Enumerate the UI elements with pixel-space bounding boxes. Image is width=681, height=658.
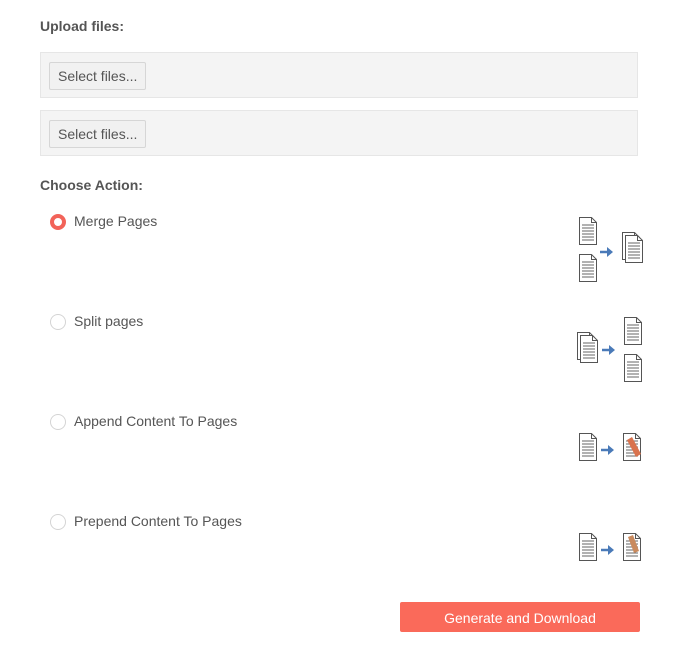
upload-files-heading: Upload files: [40,18,125,34]
select-files-button-1[interactable]: Select files... [49,62,147,90]
file-upload-box-2: Select files... [40,110,638,156]
merge-pages-label: Merge Pages [74,213,158,229]
action-option-split-pages[interactable]: Split pages [40,312,650,402]
merge-pages-icon [579,217,643,282]
merge-pages-radio[interactable] [50,214,66,230]
split-pages-radio[interactable] [50,314,66,330]
append-content-label: Append Content To Pages [74,413,238,429]
action-option-prepend-content[interactable]: Prepend Content To Pages [40,512,650,602]
generate-and-download-button[interactable]: Generate and Download [400,602,640,632]
prepend-content-radio[interactable] [50,514,66,530]
prepend-content-icon [579,533,641,561]
split-pages-label: Split pages [74,313,144,329]
select-files-button-2[interactable]: Select files... [49,120,147,148]
split-pages-icon [577,317,642,382]
choose-action-heading: Choose Action: [40,177,143,193]
prepend-content-label: Prepend Content To Pages [74,513,242,529]
action-option-append-content[interactable]: Append Content To Pages [40,412,650,502]
file-upload-box-1: Select files... [40,52,638,98]
append-content-icon [579,433,641,461]
append-content-radio[interactable] [50,414,66,430]
action-option-merge-pages[interactable]: Merge Pages [40,212,650,302]
